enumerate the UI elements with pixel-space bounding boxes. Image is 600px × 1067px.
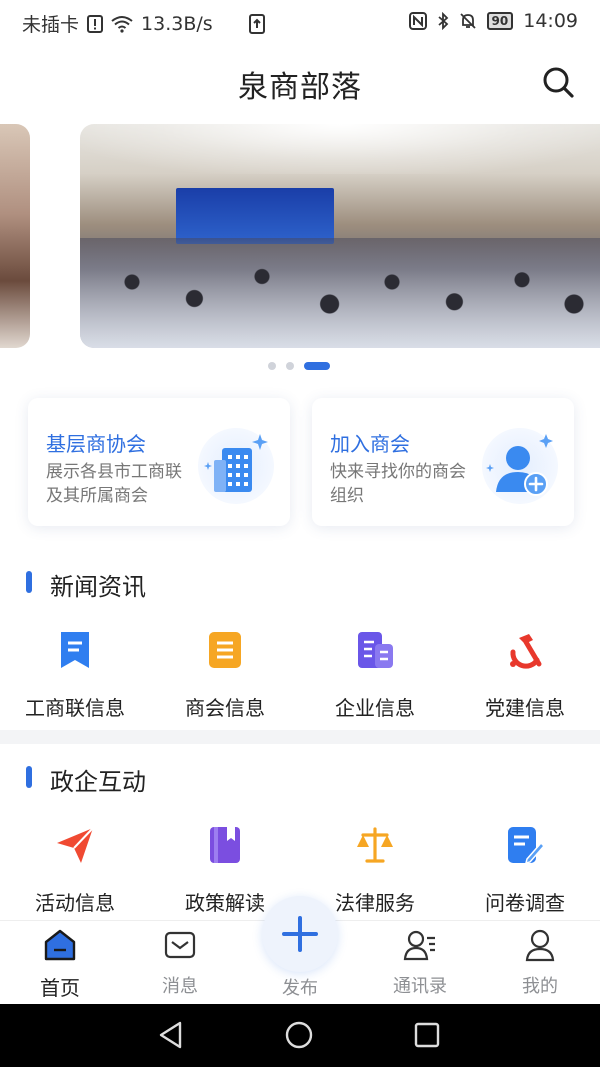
add-user-icon bbox=[482, 428, 558, 504]
hammer-sickle-icon bbox=[510, 634, 542, 669]
stage-screen bbox=[176, 188, 334, 244]
grid-item-label: 问卷调查 bbox=[485, 891, 565, 915]
section-accent-bar bbox=[26, 766, 32, 788]
grid-item-party-info[interactable]: 党建信息 bbox=[450, 630, 600, 721]
status-bar: 未插卡 13.3B/s 90 14:09 bbox=[0, 0, 600, 44]
card-description: 展示各县市工商联及其所属商会 bbox=[46, 462, 182, 506]
interaction-section-title: 政企互动 bbox=[50, 768, 146, 796]
building-icon bbox=[198, 428, 274, 504]
grid-item-chamber-info[interactable]: 商会信息 bbox=[150, 630, 300, 721]
scales-icon bbox=[357, 827, 393, 863]
clock: 14:09 bbox=[523, 10, 578, 32]
grid-item-label: 党建信息 bbox=[485, 696, 565, 720]
message-icon bbox=[164, 931, 196, 959]
tab-profile[interactable]: 我的 bbox=[480, 928, 600, 998]
battery-indicator: 90 bbox=[486, 12, 514, 30]
section-divider bbox=[0, 730, 600, 744]
search-icon[interactable] bbox=[540, 64, 576, 100]
carousel-dot-active[interactable] bbox=[304, 362, 330, 370]
grid-item-activity-info[interactable]: 活动信息 bbox=[0, 825, 150, 916]
news-section-title: 新闻资讯 bbox=[50, 573, 146, 601]
nfc-icon bbox=[408, 12, 427, 30]
tab-label: 我的 bbox=[522, 976, 558, 997]
join-chamber-card[interactable]: 加入商会 快来寻找你的商会组织 bbox=[312, 398, 574, 526]
grid-item-label: 商会信息 bbox=[185, 696, 265, 720]
grid-item-survey[interactable]: 问卷调查 bbox=[450, 825, 600, 916]
back-icon[interactable] bbox=[156, 1020, 186, 1050]
carrier-text: 未插卡 bbox=[22, 14, 80, 36]
bookmark-icon bbox=[61, 632, 89, 668]
grid-item-label: 活动信息 bbox=[35, 891, 115, 915]
system-navigation-bar bbox=[0, 1004, 600, 1067]
upload-notification-icon bbox=[248, 13, 265, 34]
book-icon bbox=[210, 827, 240, 863]
card-title: 基层商协会 bbox=[46, 432, 146, 456]
edit-form-icon bbox=[508, 827, 546, 865]
plus-icon bbox=[282, 916, 318, 952]
grid-item-federation-info[interactable]: 工商联信息 bbox=[0, 630, 150, 721]
card-description: 快来寻找你的商会组织 bbox=[330, 462, 466, 506]
paper-plane-icon bbox=[57, 827, 94, 863]
doc-list-icon bbox=[209, 632, 241, 668]
tab-contacts[interactable]: 通讯录 bbox=[360, 928, 480, 998]
tab-label: 消息 bbox=[162, 976, 198, 997]
tab-label: 发布 bbox=[282, 978, 318, 999]
carousel-dot[interactable] bbox=[286, 362, 294, 370]
carousel-prev-slide[interactable] bbox=[0, 124, 30, 348]
card-title: 加入商会 bbox=[330, 432, 410, 456]
carousel-slide[interactable] bbox=[80, 124, 600, 348]
carousel-dot[interactable] bbox=[268, 362, 276, 370]
tab-messages[interactable]: 消息 bbox=[120, 928, 240, 998]
home-circle-icon[interactable] bbox=[284, 1020, 314, 1050]
grassroots-chamber-card[interactable]: 基层商协会 展示各县市工商联及其所属商会 bbox=[28, 398, 290, 526]
contacts-icon bbox=[403, 930, 435, 961]
grid-item-enterprise-info[interactable]: 企业信息 bbox=[300, 630, 450, 721]
page-title: 泉商部落 bbox=[238, 70, 362, 105]
tab-publish[interactable]: 发布 bbox=[240, 968, 360, 1000]
recents-icon[interactable] bbox=[412, 1020, 442, 1050]
mute-icon bbox=[459, 13, 476, 29]
ceiling-lights bbox=[80, 124, 600, 174]
section-accent-bar bbox=[26, 571, 32, 593]
wifi-icon bbox=[111, 15, 133, 33]
audience-photo bbox=[80, 238, 600, 348]
tab-label: 通讯录 bbox=[393, 976, 447, 997]
bluetooth-icon bbox=[437, 12, 448, 30]
grid-item-label: 企业信息 bbox=[335, 696, 415, 720]
building-doc-icon bbox=[358, 632, 393, 668]
publish-button[interactable] bbox=[262, 896, 338, 972]
grid-item-label: 工商联信息 bbox=[25, 696, 125, 720]
tab-label: 首页 bbox=[40, 976, 80, 1000]
tab-home[interactable]: 首页 bbox=[0, 928, 120, 1001]
sim-alert-icon bbox=[87, 14, 104, 33]
profile-icon bbox=[525, 929, 555, 962]
home-icon bbox=[44, 929, 76, 961]
network-speed: 13.3B/s bbox=[141, 12, 213, 35]
